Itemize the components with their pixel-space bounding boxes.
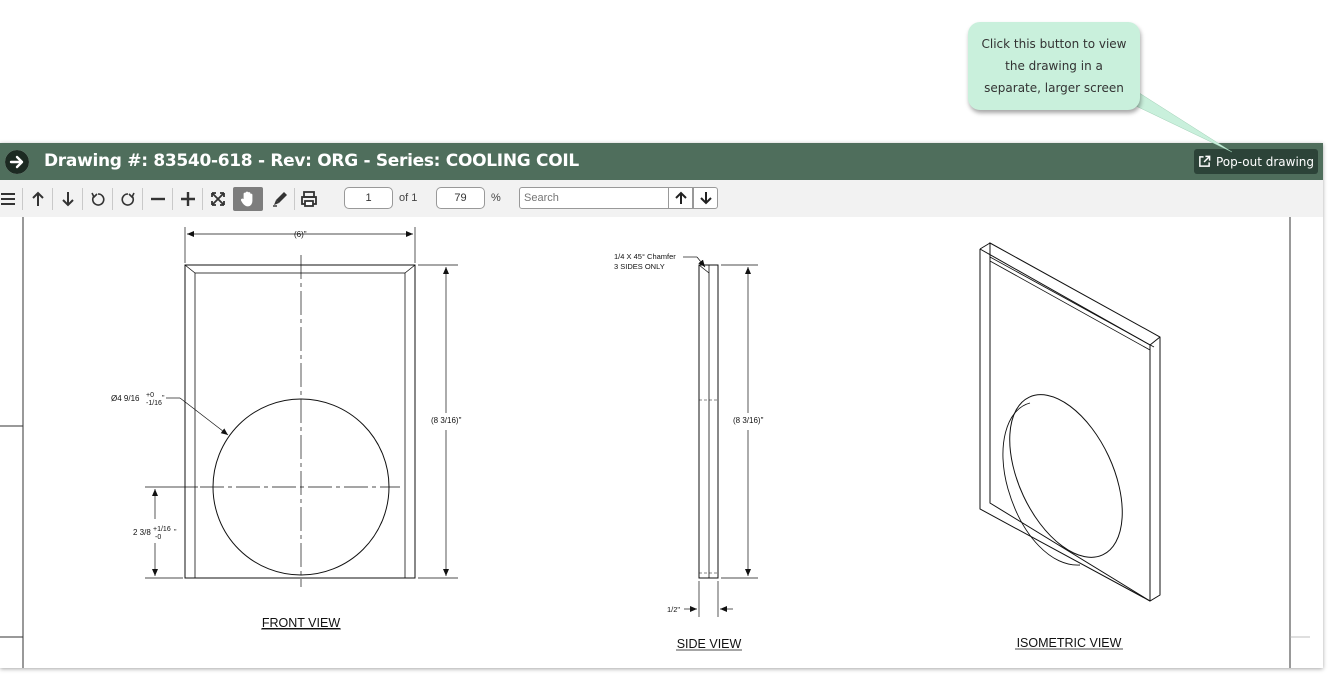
isometric-view-label: ISOMETRIC VIEW	[1017, 636, 1122, 650]
hole-tolerance-unit: "	[162, 395, 165, 402]
annotate-icon	[273, 192, 287, 207]
sidebar-toggle-button[interactable]	[0, 187, 20, 211]
center-tolerance-unit: "	[174, 529, 177, 536]
collapse-button[interactable]	[5, 150, 29, 174]
page-total-label: of 1	[399, 192, 418, 204]
arrow-down-icon	[699, 192, 712, 205]
arrow-up-icon	[674, 191, 687, 204]
search-next-button[interactable]	[693, 187, 718, 209]
chamfer-note-line1: 1/4 X 45° Chamfer	[614, 252, 676, 261]
hole-tolerance-plus: +0	[146, 392, 154, 399]
annotate-button[interactable]	[268, 187, 292, 211]
fit-page-button[interactable]	[206, 187, 230, 211]
zoom-out-icon	[151, 197, 165, 201]
front-view	[145, 227, 458, 587]
page-down-icon	[62, 192, 74, 207]
tooltip-text: Click this button to view the drawing in…	[981, 37, 1127, 95]
rotate-cw-button[interactable]	[116, 187, 140, 211]
thickness-dimension: 1/2"	[667, 605, 680, 614]
popout-label: Pop-out drawing	[1215, 154, 1315, 169]
drawing-viewer: Drawing #: 83540-618 - Rev: ORG - Series…	[0, 143, 1323, 668]
hole-tolerance-minus: -1/16	[146, 400, 162, 407]
page-up-icon	[32, 191, 44, 206]
pan-tool-button[interactable]	[233, 187, 263, 211]
zoom-in-button[interactable]	[176, 187, 200, 211]
center-tolerance-minus: -0	[155, 534, 161, 541]
print-icon	[301, 191, 317, 207]
technical-drawing: (6)" (8 3/16)" Ø4 9/16 +0 -1/16 " 2 3/8 …	[0, 217, 1310, 668]
fit-icon	[211, 192, 225, 206]
zoom-unit-label: %	[491, 192, 501, 204]
zoom-input[interactable]	[436, 187, 485, 209]
front-height-dimension: (8 3/16)"	[431, 416, 462, 425]
side-view-label: SIDE VIEW	[677, 637, 742, 651]
side-height-dimension: (8 3/16)"	[733, 416, 764, 425]
rotate-cw-icon	[121, 192, 135, 206]
center-tolerance-plus: +1/16	[153, 526, 171, 533]
arrow-right-icon	[5, 150, 29, 174]
next-page-button[interactable]	[56, 187, 80, 211]
zoom-out-button[interactable]	[146, 187, 170, 211]
hole-diameter: Ø4 9/16	[111, 394, 140, 403]
drawing-canvas[interactable]: (6)" (8 3/16)" Ø4 9/16 +0 -1/16 " 2 3/8 …	[0, 217, 1323, 668]
previous-page-button[interactable]	[26, 187, 50, 211]
page-number-input[interactable]	[344, 187, 393, 209]
side-view	[683, 256, 758, 617]
zoom-in-icon	[181, 192, 195, 206]
isometric-view	[979, 242, 1161, 602]
search-previous-button[interactable]	[668, 187, 693, 209]
center-dimension: 2 3/8	[133, 528, 151, 537]
rotate-ccw-button[interactable]	[86, 187, 110, 211]
menu-icon	[1, 193, 15, 205]
chamfer-note-line2: 3 SIDES ONLY	[614, 262, 665, 271]
width-dimension: (6)"	[294, 230, 307, 239]
drawing-title: Drawing #: 83540-618 - Rev: ORG - Series…	[44, 151, 579, 171]
external-link-icon	[1199, 155, 1211, 167]
pan-hand-icon	[241, 191, 253, 207]
popout-tooltip: Click this button to view the drawing in…	[968, 22, 1140, 110]
search-input[interactable]	[519, 187, 669, 209]
viewer-toolbar: of 1 %	[0, 180, 1323, 218]
rotate-ccw-icon	[91, 192, 105, 206]
front-view-label: FRONT VIEW	[262, 616, 340, 630]
print-button[interactable]	[297, 187, 321, 211]
